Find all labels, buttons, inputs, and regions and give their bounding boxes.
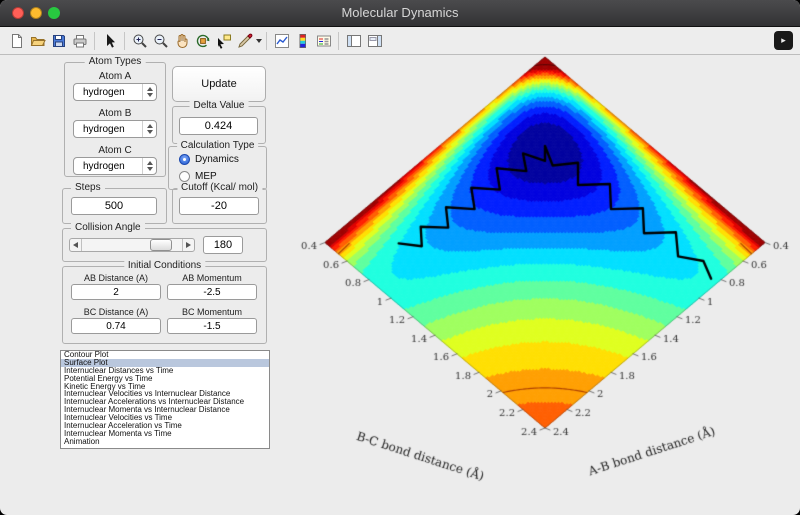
popup-value: hydrogen xyxy=(83,161,142,172)
atom-label: Atom C xyxy=(65,145,165,156)
collision-angle-title: Collision Angle xyxy=(71,222,145,233)
calculation-type-title: Calculation Type xyxy=(177,140,259,151)
atom-b-popup[interactable]: hydrogen xyxy=(73,120,157,138)
atom-c-popup[interactable]: hydrogen xyxy=(73,157,157,175)
toolbar-separator xyxy=(338,32,339,50)
atom-types-title: Atom Types xyxy=(85,56,146,67)
pan-icon[interactable] xyxy=(171,30,192,52)
steps-field[interactable] xyxy=(71,197,157,215)
plot-list-item[interactable]: Animation xyxy=(61,438,269,446)
initial-condition-label: AB Distance (A) xyxy=(71,273,161,283)
atom-label: Atom A xyxy=(65,71,165,82)
figure-toolbar: ▸ xyxy=(0,27,800,55)
window-title: Molecular Dynamics xyxy=(0,0,800,26)
potential-energy-surface-plot[interactable] xyxy=(280,54,800,494)
cutoff-title: Cutoff (Kcal/ mol) xyxy=(177,182,262,193)
radio-label: Dynamics xyxy=(195,154,239,165)
rotate-3d-icon[interactable] xyxy=(192,30,213,52)
delta-value-panel: Delta Value xyxy=(172,106,266,144)
toolbar-separator xyxy=(266,32,267,50)
zoom-out-icon[interactable] xyxy=(150,30,171,52)
update-button[interactable]: Update xyxy=(172,66,266,102)
plot-list-item[interactable]: Internuclear Momenta vs Time xyxy=(61,430,269,438)
pointer-icon[interactable] xyxy=(99,30,120,52)
toolbar-separator xyxy=(124,32,125,50)
hide-plot-tools-icon[interactable] xyxy=(343,30,364,52)
toolbar-overflow-button[interactable]: ▸ xyxy=(774,31,793,50)
collision-angle-slider[interactable] xyxy=(69,238,195,252)
initial-condition-field-ab-momentum[interactable] xyxy=(167,284,257,300)
app-window: Molecular Dynamics ▸ Atom Types Atom A hy… xyxy=(0,0,800,515)
insert-colorbar-icon[interactable] xyxy=(292,30,313,52)
plot-list-item[interactable]: Internuclear Acceleration vs Time xyxy=(61,422,269,430)
radio-button-icon[interactable] xyxy=(179,171,190,182)
save-figure-icon[interactable] xyxy=(48,30,69,52)
initial-condition-field-ab-distance-a-[interactable] xyxy=(71,284,161,300)
plot-list-item[interactable]: Internuclear Accelerations vs Internucle… xyxy=(61,398,269,406)
radio-button-icon[interactable] xyxy=(179,154,190,165)
open-file-icon[interactable] xyxy=(27,30,48,52)
slider-thumb[interactable] xyxy=(150,239,172,251)
radio-mep[interactable]: MEP xyxy=(179,171,217,182)
toolbar-separator xyxy=(94,32,95,50)
collision-angle-panel: Collision Angle xyxy=(62,228,267,262)
radio-label: MEP xyxy=(195,171,217,182)
titlebar[interactable]: Molecular Dynamics xyxy=(0,0,800,27)
new-figure-icon[interactable] xyxy=(6,30,27,52)
steps-title: Steps xyxy=(71,182,105,193)
initial-condition-field-bc-momentum[interactable] xyxy=(167,318,257,334)
cutoff-field[interactable] xyxy=(179,197,259,215)
delta-value-field[interactable] xyxy=(179,117,258,135)
atom-a-popup[interactable]: hydrogen xyxy=(73,83,157,101)
insert-legend-icon[interactable] xyxy=(313,30,334,52)
data-cursor-icon[interactable] xyxy=(213,30,234,52)
steps-panel: Steps xyxy=(62,188,167,224)
plot-list-item[interactable]: Internuclear Velocities vs Internuclear … xyxy=(61,390,269,398)
slider-right-arrow-button[interactable] xyxy=(183,239,194,251)
initial-condition-field-bc-distance-a-[interactable] xyxy=(71,318,161,334)
zoom-in-icon[interactable] xyxy=(129,30,150,52)
radio-dynamics[interactable]: Dynamics xyxy=(179,154,239,165)
plot-list-item[interactable]: Internuclear Momenta vs Internuclear Dis… xyxy=(61,406,269,414)
popup-stepper-icon[interactable] xyxy=(142,121,156,137)
initial-condition-label: AB Momentum xyxy=(167,273,257,283)
cutoff-panel: Cutoff (Kcal/ mol) xyxy=(172,188,267,224)
delta-value-title: Delta Value xyxy=(190,100,249,111)
initial-conditions-panel: Initial Conditions AB Distance (A)AB Mom… xyxy=(62,266,267,344)
initial-conditions-title: Initial Conditions xyxy=(124,260,205,271)
brush-dropdown-caret[interactable] xyxy=(256,39,262,43)
plot-list-item[interactable]: Internuclear Velocities vs Time xyxy=(61,414,269,422)
plot-type-listbox[interactable]: Contour PlotSurface PlotInternuclear Dis… xyxy=(60,350,270,449)
plot-list-item[interactable]: Kinetic Energy vs Time xyxy=(61,383,269,391)
plot-list-item[interactable]: Internuclear Distances vs Time xyxy=(61,367,269,375)
atom-types-panel: Atom Types Atom AhydrogenAtom BhydrogenA… xyxy=(64,62,166,177)
popup-stepper-icon[interactable] xyxy=(142,158,156,174)
toolbar-icon-group xyxy=(6,30,385,52)
slider-left-arrow-button[interactable] xyxy=(70,239,81,251)
plot-list-item[interactable]: Surface Plot xyxy=(61,359,269,367)
collision-angle-field[interactable] xyxy=(203,236,243,254)
link-plots-icon[interactable] xyxy=(271,30,292,52)
print-icon[interactable] xyxy=(69,30,90,52)
brush-icon[interactable] xyxy=(234,30,255,52)
plot-list-item[interactable]: Contour Plot xyxy=(61,351,269,359)
popup-value: hydrogen xyxy=(83,87,142,98)
show-plot-tools-icon[interactable] xyxy=(364,30,385,52)
slider-track[interactable] xyxy=(81,239,183,251)
initial-condition-label: BC Distance (A) xyxy=(71,307,161,317)
atom-label: Atom B xyxy=(65,108,165,119)
popup-value: hydrogen xyxy=(83,124,142,135)
plot-list-item[interactable]: Potential Energy vs Time xyxy=(61,375,269,383)
initial-condition-label: BC Momentum xyxy=(167,307,257,317)
popup-stepper-icon[interactable] xyxy=(142,84,156,100)
